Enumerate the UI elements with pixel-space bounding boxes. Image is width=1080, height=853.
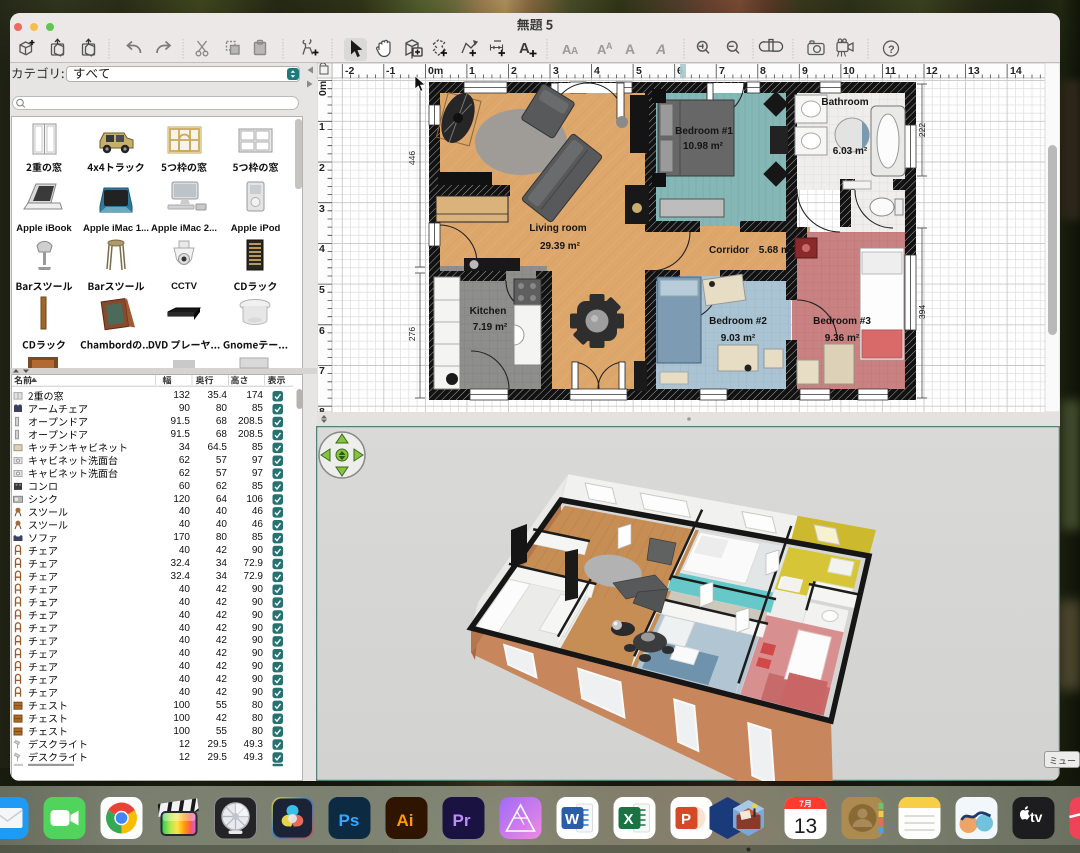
svg-text:3: 3 — [319, 203, 325, 215]
svg-text:13: 13 — [794, 815, 817, 838]
svg-text:?: ? — [888, 44, 895, 56]
svg-text:Ps: Ps — [339, 811, 360, 830]
svg-text:A: A — [571, 46, 578, 57]
svg-text:A: A — [625, 41, 635, 57]
svg-text:12: 12 — [926, 65, 938, 77]
svg-text:7: 7 — [719, 65, 725, 77]
svg-text:tv: tv — [1030, 809, 1043, 825]
svg-text:8: 8 — [760, 65, 766, 77]
svg-text:-1: -1 — [386, 65, 395, 77]
svg-text:446: 446 — [407, 151, 417, 165]
svg-text:2: 2 — [319, 162, 325, 174]
svg-text:X: X — [624, 811, 634, 828]
svg-text:W: W — [565, 811, 580, 828]
svg-text:A: A — [519, 40, 530, 57]
svg-text:Pr: Pr — [453, 811, 471, 830]
svg-text:Ai: Ai — [397, 811, 414, 830]
svg-text:13: 13 — [968, 65, 980, 77]
svg-text:3: 3 — [553, 65, 559, 77]
svg-text:1: 1 — [469, 65, 475, 77]
svg-text:2: 2 — [511, 65, 517, 77]
svg-text:-2: -2 — [345, 65, 354, 77]
svg-text:P: P — [681, 811, 691, 828]
svg-text:7: 7 — [319, 365, 325, 377]
svg-text:4: 4 — [319, 243, 325, 255]
svg-text:11: 11 — [885, 65, 896, 77]
svg-text:5: 5 — [636, 65, 642, 77]
svg-text:1: 1 — [319, 121, 325, 133]
svg-text:A: A — [655, 41, 666, 57]
svg-text:276: 276 — [407, 327, 417, 341]
svg-text:4: 4 — [594, 65, 600, 77]
svg-text:9: 9 — [802, 65, 808, 77]
svg-text:394: 394 — [917, 305, 927, 319]
svg-text:0m: 0m — [317, 81, 329, 96]
svg-text:222: 222 — [917, 123, 927, 137]
svg-text:6: 6 — [319, 325, 325, 337]
svg-text:A: A — [606, 41, 613, 51]
svg-text:14: 14 — [1010, 65, 1022, 77]
svg-text:0m: 0m — [428, 65, 443, 77]
svg-text:5: 5 — [319, 284, 325, 296]
svg-text:10: 10 — [843, 65, 855, 77]
